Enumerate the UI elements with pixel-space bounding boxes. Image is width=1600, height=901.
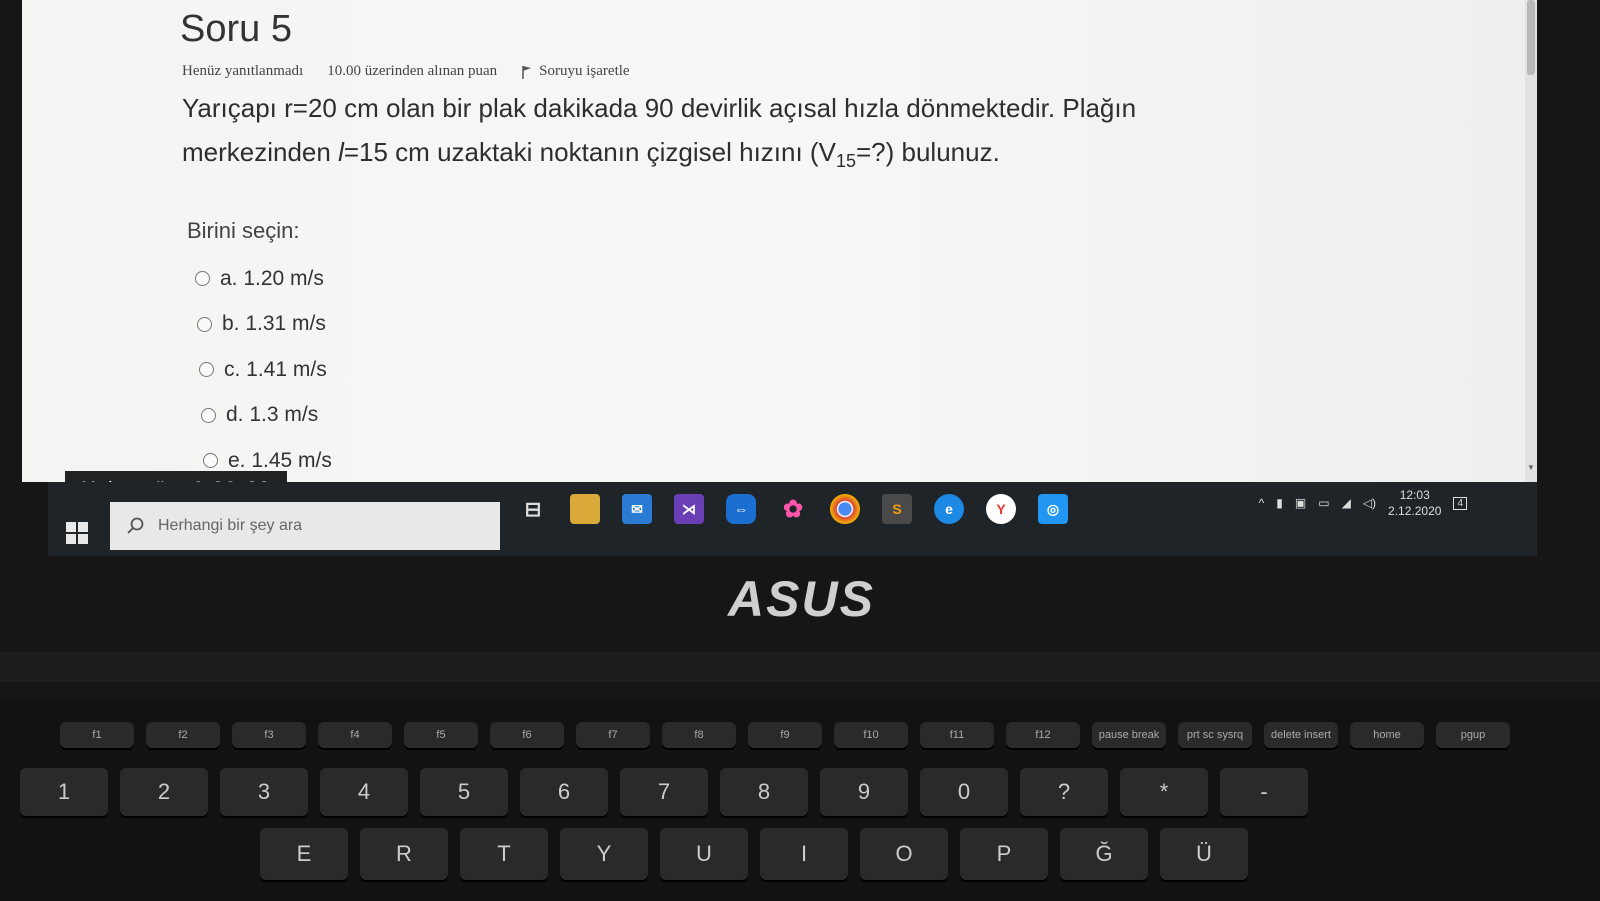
sublime-text-icon[interactable]: S <box>882 494 912 524</box>
number-key: - <box>1220 768 1308 816</box>
letter-key: P <box>960 828 1048 880</box>
option-b[interactable]: b. 1.31 m/s <box>197 302 332 348</box>
letter-key: Ğ <box>1060 828 1148 880</box>
function-key: home <box>1350 722 1424 748</box>
number-key: 5 <box>420 768 508 816</box>
function-key: f7 <box>576 722 650 748</box>
letter-key: E <box>260 828 348 880</box>
windows-taskbar: Herhangi bir şey ara ⊟ ✉ ⋊ ⇔ ✿ S e Y ◎ ^… <box>48 482 1537 556</box>
edge-icon[interactable]: e <box>934 494 964 524</box>
question-points: 10.00 üzerinden alınan puan <box>327 63 498 79</box>
number-key: 2 <box>120 768 208 816</box>
scroll-down-arrow-icon[interactable]: ▼ <box>1527 463 1535 472</box>
asus-logo: ASUS <box>728 571 875 627</box>
question-text: Yarıçapı r=20 cm olan bir plak dakikada … <box>182 86 1282 183</box>
number-key: 1 <box>20 768 108 816</box>
radio-c[interactable] <box>199 362 214 378</box>
flag-label: Soruyu işaretle <box>539 63 630 79</box>
number-key: 0 <box>920 768 1008 816</box>
taskbar-pinned-apps: ⊟ ✉ ⋊ ⇔ ✿ S e Y ◎ <box>518 494 1068 524</box>
page-scrollbar[interactable]: ▼ <box>1525 0 1537 482</box>
function-key: f12 <box>1006 722 1080 748</box>
choose-one-label: Birini seçin: <box>187 218 300 243</box>
answer-status: Henüz yanıtlanmadı <box>182 63 304 79</box>
radio-e[interactable] <box>203 453 218 469</box>
search-placeholder: Herhangi bir şey ara <box>158 517 303 534</box>
flag-question-link[interactable]: Soruyu işaretle <box>521 63 630 80</box>
letter-key: R <box>360 828 448 880</box>
radio-d[interactable] <box>201 407 216 423</box>
clock-date: 2.12.2020 <box>1388 504 1442 518</box>
number-key: 4 <box>320 768 408 816</box>
function-key: f5 <box>404 722 478 748</box>
letter-key: Ü <box>1160 828 1248 880</box>
scroll-thumb[interactable] <box>1527 0 1535 75</box>
function-key: pause break <box>1092 722 1166 748</box>
laptop-keyboard: f1 f2 f3 f4 f5 f6 f7 f8 f9 f10 f11 f12 pause break pr… <box>0 700 1600 901</box>
number-key: 8 <box>720 768 808 816</box>
function-key: delete insert <box>1264 722 1338 748</box>
radio-b[interactable] <box>197 316 212 332</box>
letter-key: O <box>860 828 948 880</box>
function-key: f11 <box>920 722 994 748</box>
usb-icon[interactable]: ▮ <box>1276 496 1283 510</box>
question-line-1: Yarıçapı r=20 cm olan bir plak dakikada … <box>182 93 1137 123</box>
function-key: f9 <box>748 722 822 748</box>
laptop-hinge <box>0 652 1600 682</box>
function-key: prt sc sysrq <box>1178 722 1252 748</box>
clock[interactable]: 12:03 2.12.2020 <box>1388 487 1441 519</box>
function-key: f1 <box>60 722 134 748</box>
task-view-icon[interactable]: ⊟ <box>518 494 548 524</box>
function-key: pgup <box>1436 722 1510 748</box>
chrome-icon[interactable] <box>830 494 860 524</box>
letter-key: T <box>460 828 548 880</box>
clock-time: 12:03 <box>1399 488 1430 502</box>
instagram-icon[interactable]: ◎ <box>1038 494 1068 524</box>
photos-icon[interactable]: ✿ <box>778 494 808 524</box>
notifications-icon[interactable]: 4 <box>1453 496 1467 510</box>
yandex-browser-icon[interactable]: Y <box>986 494 1016 524</box>
function-key: f10 <box>834 722 908 748</box>
letter-key: Y <box>560 828 648 880</box>
flag-icon <box>522 65 532 79</box>
question-line-2: merkezinden l=15 cm uzaktaki noktanın çi… <box>182 137 1000 172</box>
number-key: * <box>1120 768 1208 816</box>
battery-icon[interactable]: ▭ <box>1318 496 1329 510</box>
visual-studio-icon[interactable]: ⋊ <box>674 494 704 524</box>
letter-key: I <box>760 828 848 880</box>
teamviewer-icon[interactable]: ⇔ <box>726 494 756 524</box>
number-key: 9 <box>820 768 908 816</box>
number-key: 7 <box>620 768 708 816</box>
function-key: f8 <box>662 722 736 748</box>
number-key: 3 <box>220 768 308 816</box>
function-key: f2 <box>146 722 220 748</box>
system-tray: ^ ▮ ▣ ▭ ◢ ◁) 12:03 2.12.2020 4 <box>1259 487 1467 519</box>
mail-icon[interactable]: ✉ <box>622 494 652 524</box>
volume-icon[interactable]: ◁) <box>1363 496 1376 510</box>
letter-key: U <box>660 828 748 880</box>
number-key: ? <box>1020 768 1108 816</box>
option-d[interactable]: d. 1.3 m/s <box>201 393 332 439</box>
file-explorer-icon[interactable] <box>570 494 600 524</box>
question-meta: Henüz yanıtlanmadı 10.00 üzerinden alına… <box>182 63 630 80</box>
question-title: Soru 5 <box>180 8 292 50</box>
option-a[interactable]: a. 1.20 m/s <box>195 256 332 302</box>
display-icon[interactable]: ▣ <box>1295 496 1306 510</box>
browser-viewport: Soru 5 Henüz yanıtlanmadı 10.00 üzerinde… <box>22 0 1537 482</box>
chevron-up-icon[interactable]: ^ <box>1259 496 1265 510</box>
function-key: f4 <box>318 722 392 748</box>
windows-start-icon[interactable] <box>66 522 88 544</box>
function-key: f6 <box>490 722 564 748</box>
radio-a[interactable] <box>195 271 210 287</box>
function-key: f3 <box>232 722 306 748</box>
option-c[interactable]: c. 1.41 m/s <box>199 347 332 393</box>
answer-options: a. 1.20 m/s b. 1.31 m/s c. 1.41 m/s d. 1… <box>195 256 332 482</box>
number-key: 6 <box>520 768 608 816</box>
taskbar-search-box[interactable]: Herhangi bir şey ara <box>110 502 500 550</box>
wifi-icon[interactable]: ◢ <box>1342 496 1351 510</box>
search-icon <box>127 517 144 534</box>
